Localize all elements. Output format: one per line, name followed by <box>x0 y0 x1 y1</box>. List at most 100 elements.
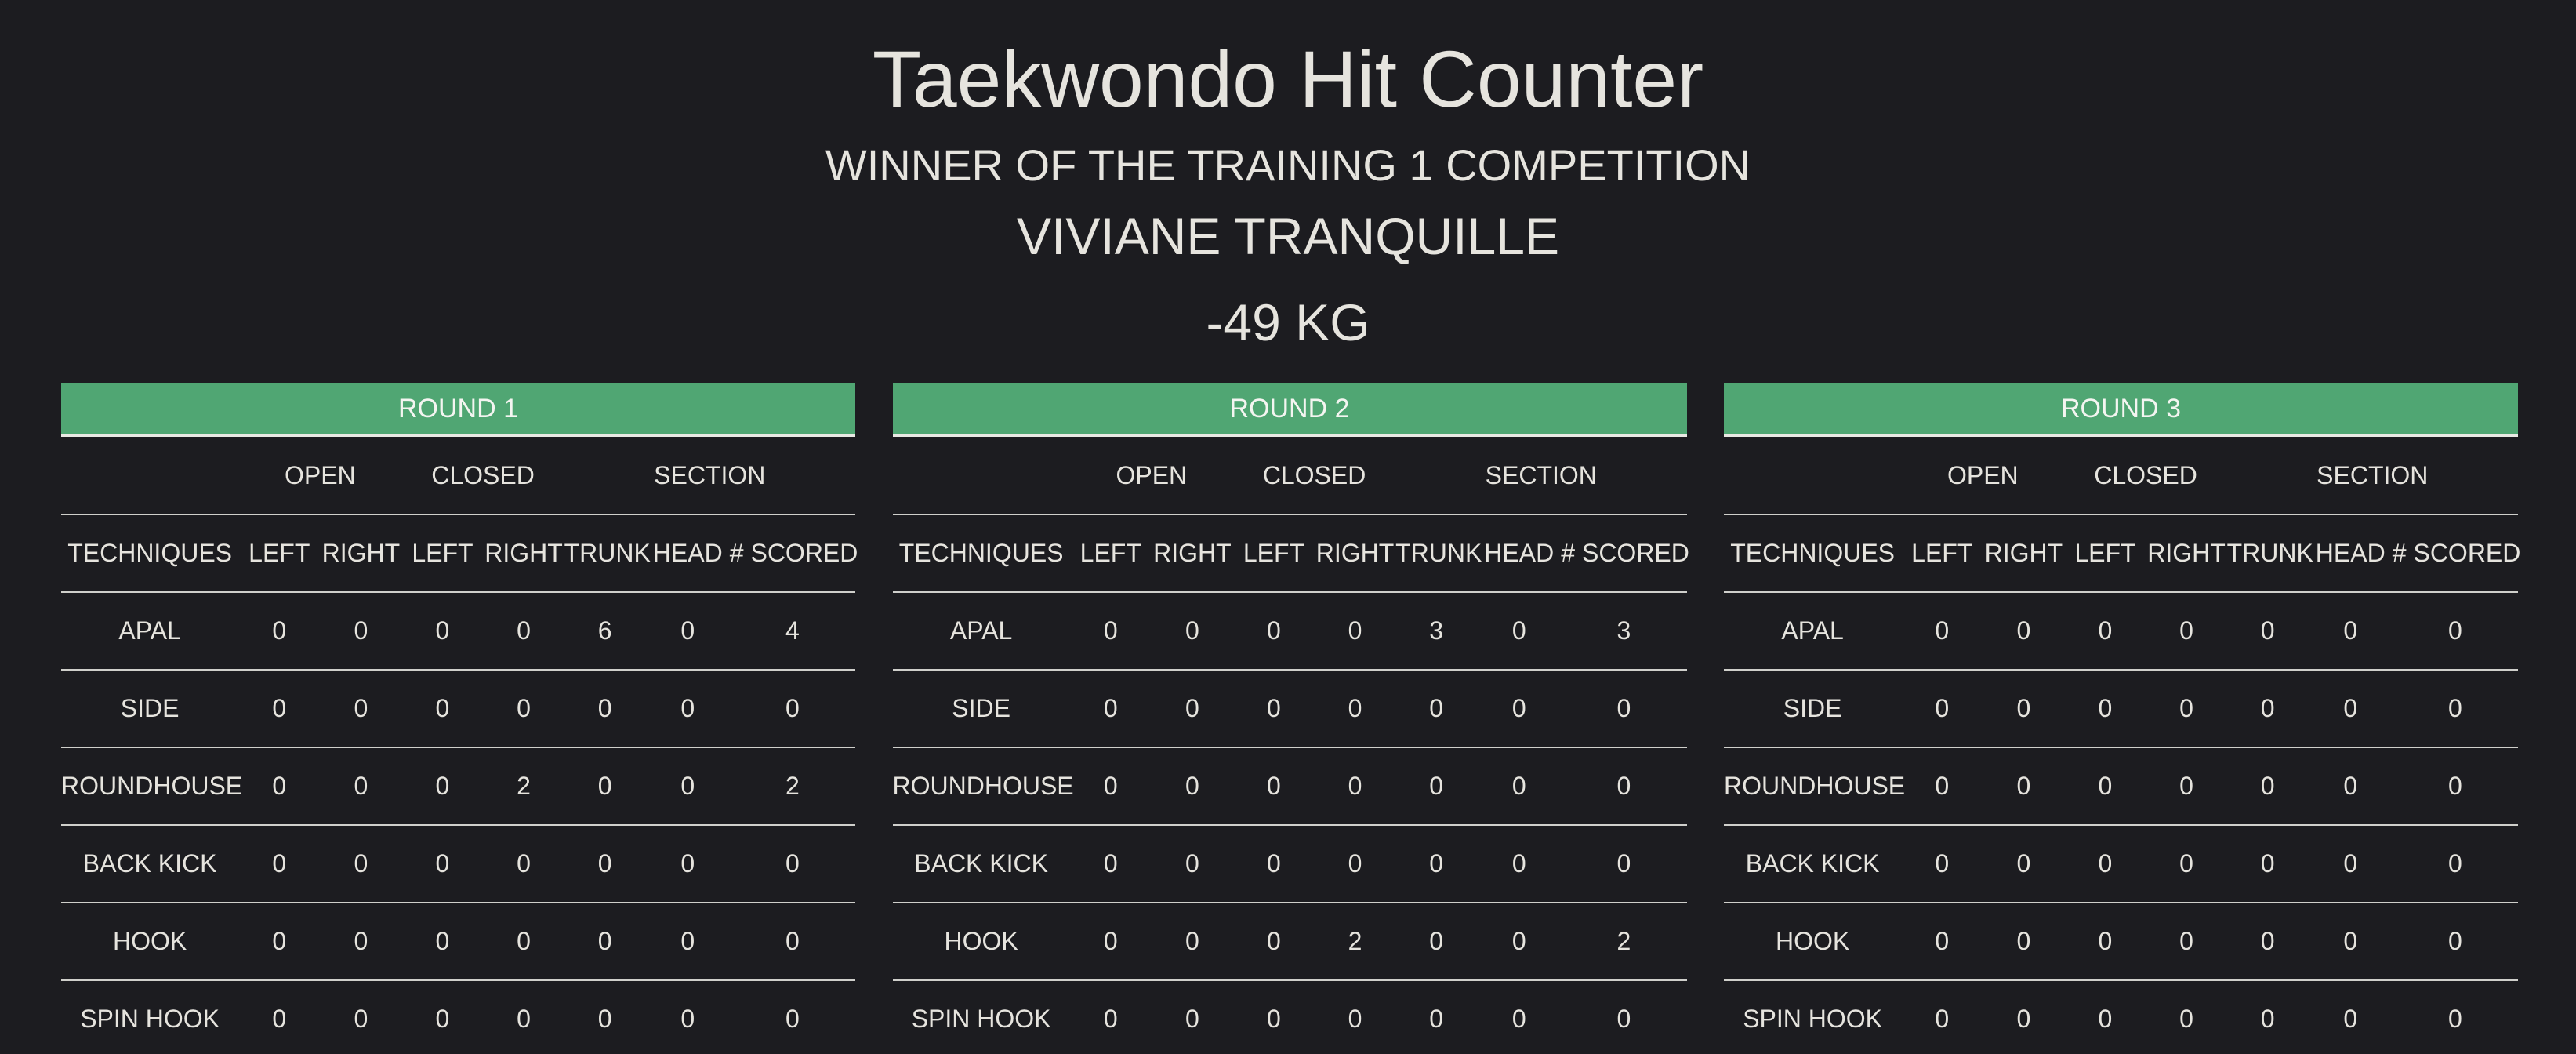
technique-cell: ROUNDHOUSE <box>61 747 242 826</box>
column-header: RIGHT <box>1983 514 2065 593</box>
column-header: RIGHT <box>483 514 564 593</box>
column-header: # SCORED <box>729 514 858 593</box>
table-row: APAL 0 0 0 0 3 0 3 <box>892 592 1687 671</box>
table-row: HOOK 0 0 0 0 0 0 0 <box>61 903 855 981</box>
count-cell: 0 <box>1901 747 1983 826</box>
group-header-open: OPEN <box>1069 437 1233 515</box>
hit-table: OPEN CLOSED SECTION TECHNIQUES LEFT RIGHT LEFT… <box>61 437 858 1054</box>
column-header: TRUNK <box>1395 514 1482 593</box>
count-cell: 0 <box>1901 825 1983 903</box>
count-cell: 0 <box>2146 980 2227 1054</box>
count-cell: 0 <box>1983 903 2065 981</box>
column-header-row: TECHNIQUES LEFT RIGHT LEFT RIGHT TRUNK HEAD # S… <box>892 514 1689 593</box>
technique-cell: SIDE <box>61 670 239 748</box>
count-cell: 0 <box>401 903 484 981</box>
technique-cell: BACK KICK <box>61 825 239 903</box>
count-cell: 0 <box>320 980 402 1054</box>
scored-cell: 0 <box>2392 670 2518 748</box>
count-cell: 0 <box>320 592 402 671</box>
count-cell: 0 <box>320 670 402 748</box>
count-cell: 0 <box>1477 670 1562 748</box>
count-cell: 0 <box>1069 670 1152 748</box>
count-cell: 0 <box>483 903 564 981</box>
technique-cell: HOOK <box>61 903 239 981</box>
scored-cell: 0 <box>729 825 855 903</box>
column-header: HEAD <box>645 514 730 593</box>
rounds-container: ROUND 1 OPEN CLOSED SECTION TECHNIQUES LEFT RI… <box>61 383 2520 1054</box>
column-header: HEAD <box>2308 514 2393 593</box>
count-cell: 0 <box>1395 747 1478 826</box>
group-header-row: OPEN CLOSED SECTION <box>61 437 855 515</box>
count-cell: 0 <box>2064 592 2146 671</box>
scored-cell: 0 <box>2392 747 2518 826</box>
count-cell: 0 <box>1232 980 1315 1054</box>
count-cell: 0 <box>401 747 484 826</box>
technique-cell: SIDE <box>1724 670 1902 748</box>
column-header: TECHNIQUES <box>1724 514 1902 593</box>
count-cell: 0 <box>1232 592 1315 671</box>
count-cell: 0 <box>1069 825 1152 903</box>
count-cell: 0 <box>1069 747 1152 826</box>
count-cell: 0 <box>645 825 730 903</box>
technique-cell: HOOK <box>1724 903 1902 981</box>
group-header-open: OPEN <box>238 437 402 515</box>
scored-cell: 0 <box>1561 747 1687 826</box>
count-cell: 0 <box>2064 903 2146 981</box>
count-cell: 0 <box>2226 670 2309 748</box>
round-header: ROUND 3 <box>1724 383 2518 437</box>
count-cell: 0 <box>2146 670 2227 748</box>
count-cell: 0 <box>401 592 484 671</box>
count-cell: 0 <box>1151 825 1233 903</box>
round-panel-3: ROUND 3 OPEN CLOSED SECTION TECHNIQUES LEFT RI… <box>1724 383 2520 1054</box>
round-panel-1: ROUND 1 OPEN CLOSED SECTION TECHNIQUES LEFT RI… <box>61 383 858 1054</box>
table-row: SIDE 0 0 0 0 0 0 0 <box>1724 670 2518 748</box>
count-cell: 0 <box>2308 825 2393 903</box>
count-cell: 0 <box>401 825 484 903</box>
group-header-section: SECTION <box>564 437 855 515</box>
count-cell: 0 <box>483 670 564 748</box>
count-cell: 0 <box>238 592 321 671</box>
scored-cell: 0 <box>2392 980 2518 1054</box>
column-header: LEFT <box>2064 514 2146 593</box>
count-cell: 0 <box>320 747 402 826</box>
count-cell: 0 <box>564 980 646 1054</box>
count-cell: 0 <box>1151 903 1233 981</box>
count-cell: 0 <box>1151 980 1233 1054</box>
column-header: TECHNIQUES <box>892 514 1070 593</box>
page-title: Taekwondo Hit Counter <box>872 35 1704 124</box>
count-cell: 0 <box>2146 592 2227 671</box>
count-cell: 0 <box>1315 980 1396 1054</box>
round-header: ROUND 1 <box>61 383 855 437</box>
scored-cell: 0 <box>1561 825 1687 903</box>
count-cell: 0 <box>1315 670 1396 748</box>
count-cell: 0 <box>1983 747 2065 826</box>
count-cell: 0 <box>645 980 730 1054</box>
count-cell: 0 <box>645 747 730 826</box>
count-cell: 0 <box>645 670 730 748</box>
count-cell: 0 <box>2226 903 2309 981</box>
table-row: BACK KICK 0 0 0 0 0 0 0 <box>1724 825 2518 903</box>
column-header: LEFT <box>401 514 484 593</box>
count-cell: 0 <box>2226 592 2309 671</box>
count-cell: 0 <box>1477 980 1562 1054</box>
count-cell: 0 <box>645 903 730 981</box>
count-cell: 0 <box>483 980 564 1054</box>
scored-cell: 2 <box>729 747 855 826</box>
column-header: TRUNK <box>2226 514 2313 593</box>
count-cell: 0 <box>564 825 646 903</box>
column-header: TECHNIQUES <box>61 514 239 593</box>
count-cell: 0 <box>238 670 321 748</box>
count-cell: 0 <box>2226 747 2309 826</box>
scored-cell: 0 <box>729 903 855 981</box>
count-cell: 0 <box>564 903 646 981</box>
count-cell: 0 <box>1901 980 1983 1054</box>
count-cell: 0 <box>645 592 730 671</box>
group-header-section: SECTION <box>2226 437 2518 515</box>
count-cell: 0 <box>2146 903 2227 981</box>
count-cell: 0 <box>564 670 646 748</box>
count-cell: 0 <box>401 670 484 748</box>
count-cell: 0 <box>1395 980 1478 1054</box>
count-cell: 0 <box>1232 825 1315 903</box>
group-header-blank <box>892 437 1070 515</box>
count-cell: 0 <box>320 825 402 903</box>
